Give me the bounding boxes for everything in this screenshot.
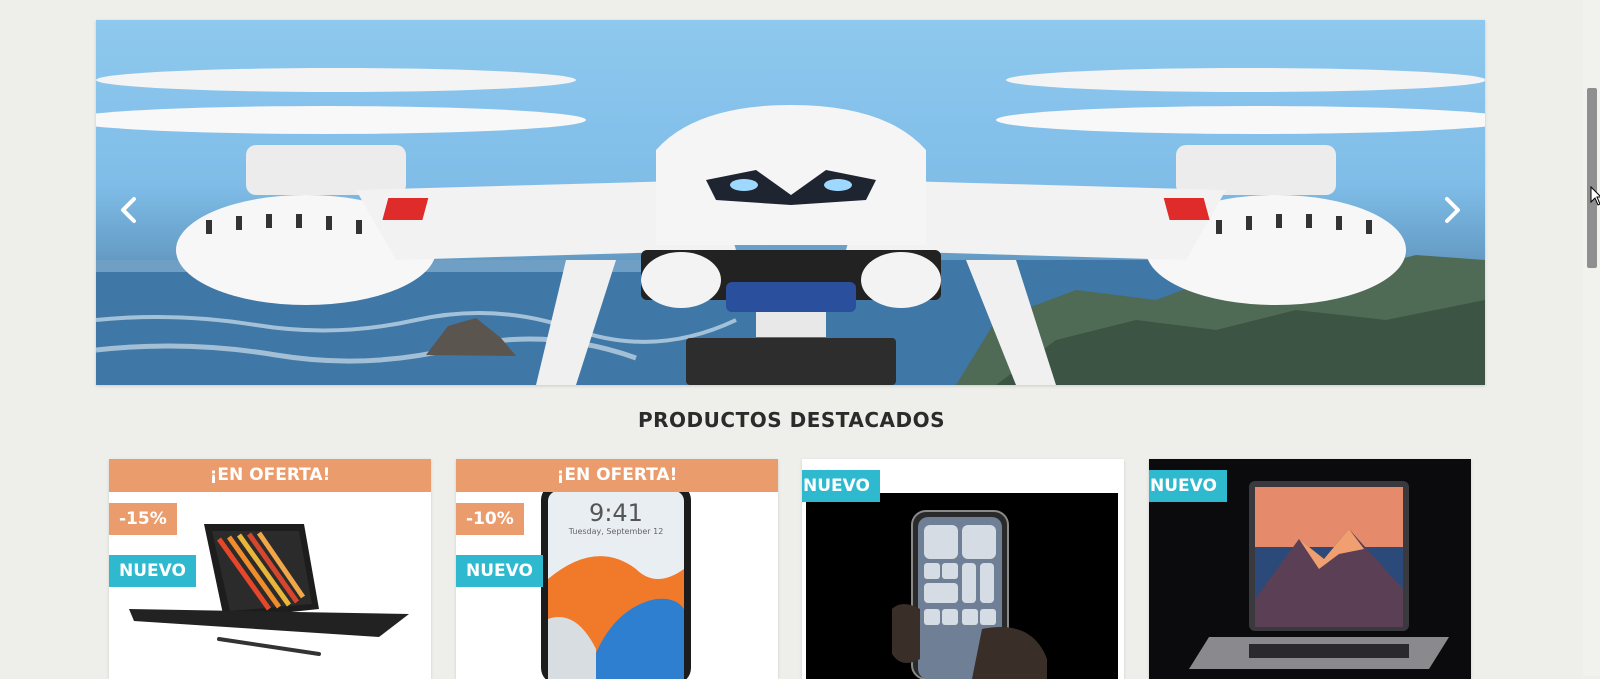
product-card-phone-hand[interactable]: NUEVO [802,459,1124,679]
new-badge: NUEVO [456,555,543,587]
chevron-right-icon [1445,197,1460,223]
on-sale-ribbon: ¡EN OFERTA! [456,459,778,492]
new-badge: NUEVO [802,470,880,502]
product-card-laptop[interactable]: NUEVO [1149,459,1471,679]
chevron-left-icon [121,197,136,223]
lockscreen-time: 9:41 [589,499,643,527]
section-title: PRODUCTOS DESTACADOS [638,408,945,432]
new-badge: NUEVO [109,555,196,587]
page-scrollbar[interactable] [1583,0,1600,676]
on-sale-ribbon: ¡EN OFERTA! [109,459,431,492]
drone-slide-image [96,68,1485,385]
product-card-tablet[interactable]: ¡EN OFERTA! -15% NUEVO [109,459,431,679]
carousel-prev-button[interactable] [106,188,150,232]
scrollbar-thumb[interactable] [1587,88,1597,268]
hero-carousel[interactable] [96,20,1485,385]
mouse-cursor-icon [1590,186,1600,206]
lockscreen-date: Tuesday, September 12 [568,527,664,536]
product-card-smartphone[interactable]: 9:41 Tuesday, September 12 ¡EN OFERTA! -… [456,459,778,679]
discount-badge: -15% [109,503,177,535]
discount-badge: -10% [456,503,524,535]
carousel-next-button[interactable] [1431,188,1475,232]
new-badge: NUEVO [1149,470,1227,502]
